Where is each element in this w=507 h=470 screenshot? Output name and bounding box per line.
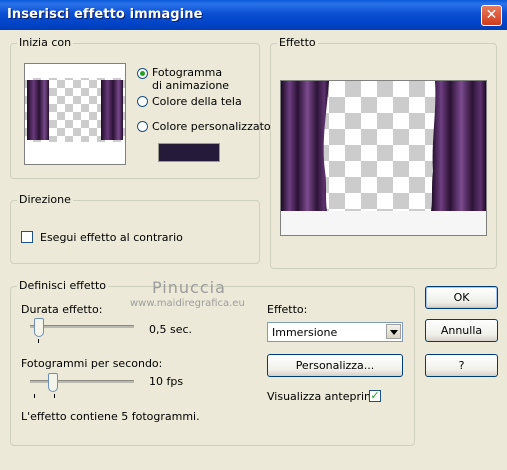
customize-button-label: Personalizza...	[295, 359, 375, 372]
fps-tick-mid	[54, 394, 55, 398]
duration-tick-start	[38, 339, 39, 343]
duration-slider-track[interactable]	[30, 325, 134, 328]
close-button[interactable]: ✕	[481, 5, 502, 26]
ok-button[interactable]: OK	[425, 286, 498, 309]
fps-value: 10 fps	[149, 375, 184, 388]
customize-button[interactable]: Personalizza...	[267, 354, 403, 377]
effect-select-value: Immersione	[272, 326, 338, 339]
radio-canvas-color-label[interactable]: Colore della tela	[152, 95, 242, 108]
fps-tick-start	[34, 394, 35, 398]
help-button[interactable]: ?	[425, 354, 498, 377]
duration-label: Durata effetto:	[21, 303, 103, 316]
title-bar: Inserisci effetto immagine ✕	[0, 0, 507, 30]
radio-custom-color-label[interactable]: Colore personalizzato	[152, 120, 271, 133]
effect-label: Effetto:	[267, 303, 308, 316]
fps-slider-thumb[interactable]	[48, 373, 58, 392]
start-legend: Inizia con	[17, 36, 74, 50]
duration-slider-thumb[interactable]	[34, 318, 44, 337]
reverse-effect-label[interactable]: Esegui effetto al contrario	[40, 231, 183, 244]
ok-button-label: OK	[453, 291, 470, 304]
window-title: Inserisci effetto immagine	[7, 7, 203, 22]
preview-toggle-label[interactable]: Visualizza anteprima	[267, 390, 382, 403]
radio-custom-color[interactable]	[137, 121, 148, 132]
preview-legend: Effetto	[277, 36, 318, 50]
cancel-button-label: Annulla	[440, 324, 483, 337]
watermark-site: www.maidiregrafica.eu	[130, 298, 245, 309]
radio-label-line-1: Fotogramma	[152, 66, 223, 79]
thumbnail-image	[25, 78, 125, 152]
radio-animation-frame[interactable]	[137, 68, 148, 79]
close-icon: ✕	[485, 7, 498, 23]
custom-color-swatch[interactable]	[158, 143, 220, 162]
help-button-label: ?	[458, 359, 465, 372]
effect-preview	[280, 80, 487, 236]
duration-value: 0,5 sec.	[149, 323, 193, 336]
effect-select[interactable]: Immersione	[267, 322, 403, 342]
frames-info: L'effetto contiene 5 fotogrammi.	[21, 410, 200, 423]
fps-label: Fotogrammi per secondo:	[21, 357, 163, 370]
reverse-effect-checkbox[interactable]	[21, 231, 33, 243]
chevron-down-icon[interactable]	[386, 324, 401, 339]
preview-toggle-checkbox[interactable]	[369, 390, 381, 402]
fps-slider-track[interactable]	[30, 380, 134, 383]
radio-animation-frame-label[interactable]: Fotogramma di animazione	[152, 66, 229, 92]
radio-label-line-2: di animazione	[152, 79, 230, 92]
start-thumbnail	[24, 63, 126, 165]
cancel-button[interactable]: Annulla	[425, 319, 498, 342]
define-legend: Definisci effetto	[17, 279, 108, 293]
radio-canvas-color[interactable]	[137, 96, 148, 107]
watermark-name: Pinuccia	[152, 278, 226, 297]
effect-preview-image	[281, 81, 486, 235]
direction-legend: Direzione	[17, 193, 73, 207]
